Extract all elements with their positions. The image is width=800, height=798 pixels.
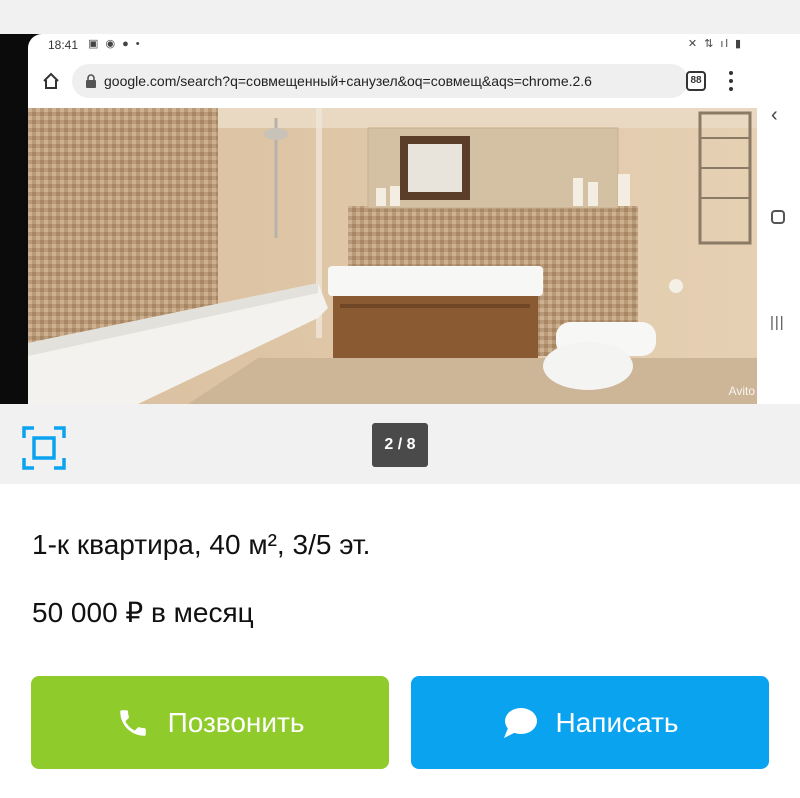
gallery-photo[interactable]: 18:41 ▣ ◉ ● • ✕ ⇅ ıl ▮ google.com/search… — [0, 34, 757, 404]
home-square-icon — [771, 210, 785, 224]
back-icon: ‹ — [771, 104, 778, 126]
write-button-label: Написать — [555, 706, 679, 738]
lock-icon — [86, 74, 96, 88]
android-nav-bar: ‹ ||| — [757, 34, 800, 404]
bathroom-photo: Avito — [28, 108, 757, 404]
url-text: google.com/search?q=совмещенный+санузел&… — [104, 73, 592, 89]
browser-url-bar: google.com/search?q=совмещенный+санузел&… — [28, 56, 757, 108]
url-field: google.com/search?q=совмещенный+санузел&… — [72, 64, 688, 98]
recent-apps-icon: ||| — [770, 314, 785, 331]
phone-icon — [116, 706, 150, 740]
photo-counter: 2 / 8 — [372, 423, 428, 467]
fullscreen-button[interactable] — [20, 424, 68, 472]
fullscreen-icon — [22, 426, 66, 470]
home-icon — [38, 68, 64, 94]
tabs-count-icon: 88 — [686, 71, 706, 91]
gallery-top-bar — [0, 0, 800, 34]
notification-icons: ▣ ◉ ● • — [88, 38, 142, 50]
photo-watermark: Avito — [728, 384, 755, 398]
status-time: 18:41 — [48, 38, 79, 52]
listing-title: 1-к квартира, 40 м², 3/5 эт. — [32, 529, 371, 560]
write-button[interactable]: Написать — [411, 676, 769, 769]
phone-status-bar: 18:41 ▣ ◉ ● • ✕ ⇅ ıl ▮ — [28, 34, 757, 56]
signal-battery-icons: ✕ ⇅ ıl ▮ — [687, 38, 743, 50]
call-button-label: Позвонить — [167, 706, 305, 738]
more-menu-icon — [726, 68, 736, 94]
photo-gallery: 18:41 ▣ ◉ ● • ✕ ⇅ ıl ▮ google.com/search… — [0, 0, 800, 484]
phone-screen: 18:41 ▣ ◉ ● • ✕ ⇅ ıl ▮ google.com/search… — [28, 34, 757, 404]
bathroom-image — [28, 108, 757, 404]
chat-bubble-icon — [502, 706, 538, 740]
listing-price: 50 000 ₽ в месяц — [32, 597, 254, 628]
call-button[interactable]: Позвонить — [31, 676, 389, 769]
